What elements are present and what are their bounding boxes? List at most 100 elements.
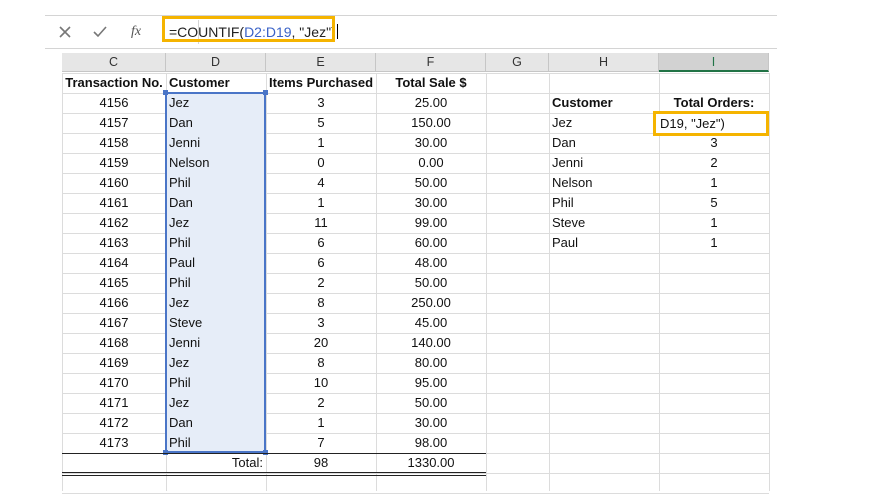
transaction-cell[interactable]: 4170 (62, 373, 166, 393)
summary-header-orders[interactable]: Total Orders: (659, 93, 769, 113)
items-cell[interactable]: 4 (266, 173, 376, 193)
check-icon[interactable] (89, 22, 111, 42)
sale-cell[interactable]: 50.00 (376, 273, 486, 293)
summary-customer-cell[interactable]: Nelson (549, 173, 659, 193)
transaction-cell[interactable]: 4157 (62, 113, 166, 133)
customer-cell[interactable]: Phil (166, 373, 266, 393)
items-cell[interactable]: 8 (266, 293, 376, 313)
customer-cell[interactable]: Dan (166, 113, 266, 133)
summary-customer-cell[interactable]: Jenni (549, 153, 659, 173)
header-cell-f[interactable]: Total Sale $ (376, 73, 486, 93)
sale-cell[interactable]: 30.00 (376, 413, 486, 433)
column-header-i[interactable]: I (659, 53, 769, 72)
sale-cell[interactable]: 30.00 (376, 133, 486, 153)
transaction-cell[interactable]: 4156 (62, 93, 166, 113)
transaction-cell[interactable]: 4172 (62, 413, 166, 433)
transaction-cell[interactable]: 4161 (62, 193, 166, 213)
customer-cell[interactable]: Jez (166, 393, 266, 413)
sale-cell[interactable]: 50.00 (376, 173, 486, 193)
items-cell[interactable]: 10 (266, 373, 376, 393)
summary-customer-cell[interactable]: Phil (549, 193, 659, 213)
items-cell[interactable]: 7 (266, 433, 376, 453)
header-cell-c[interactable]: Transaction No. (62, 73, 166, 93)
transaction-cell[interactable]: 4165 (62, 273, 166, 293)
items-cell[interactable]: 3 (266, 93, 376, 113)
items-cell[interactable]: 8 (266, 353, 376, 373)
customer-cell[interactable]: Jez (166, 213, 266, 233)
header-cell-e[interactable]: Items Purchased (266, 73, 376, 93)
customer-cell[interactable]: Phil (166, 273, 266, 293)
customer-cell[interactable]: Nelson (166, 153, 266, 173)
transaction-cell[interactable]: 4166 (62, 293, 166, 313)
sale-cell[interactable]: 0.00 (376, 153, 486, 173)
items-cell[interactable]: 6 (266, 253, 376, 273)
items-cell[interactable]: 1 (266, 133, 376, 153)
customer-cell[interactable]: Phil (166, 173, 266, 193)
items-cell[interactable]: 1 (266, 413, 376, 433)
customer-cell[interactable]: Phil (166, 433, 266, 453)
customer-cell[interactable]: Dan (166, 193, 266, 213)
summary-orders-cell[interactable]: 1 (659, 173, 769, 193)
customer-cell[interactable]: Jez (166, 353, 266, 373)
total-label-cell[interactable]: Total: (166, 453, 266, 473)
header-cell-d[interactable]: Customer (166, 73, 266, 93)
items-cell[interactable]: 20 (266, 333, 376, 353)
sale-cell[interactable]: 50.00 (376, 393, 486, 413)
transaction-cell[interactable]: 4167 (62, 313, 166, 333)
transaction-cell[interactable]: 4168 (62, 333, 166, 353)
column-header-g[interactable]: G (486, 53, 549, 72)
summary-orders-cell[interactable]: 3 (659, 133, 769, 153)
customer-cell[interactable]: Paul (166, 253, 266, 273)
sale-cell[interactable]: 98.00 (376, 433, 486, 453)
items-cell[interactable]: 3 (266, 313, 376, 333)
customer-cell[interactable]: Phil (166, 233, 266, 253)
customer-cell[interactable]: Jenni (166, 133, 266, 153)
column-header-e[interactable]: E (266, 53, 376, 72)
sale-cell[interactable]: 140.00 (376, 333, 486, 353)
summary-customer-cell[interactable]: Dan (549, 133, 659, 153)
transaction-cell[interactable]: 4160 (62, 173, 166, 193)
sale-cell[interactable]: 60.00 (376, 233, 486, 253)
transaction-cell[interactable]: 4159 (62, 153, 166, 173)
items-cell[interactable]: 0 (266, 153, 376, 173)
sale-cell[interactable]: 48.00 (376, 253, 486, 273)
sale-cell[interactable]: 95.00 (376, 373, 486, 393)
items-cell[interactable]: 2 (266, 393, 376, 413)
sale-cell[interactable]: 25.00 (376, 93, 486, 113)
column-header-c[interactable]: C (62, 53, 166, 72)
transaction-cell[interactable]: 4162 (62, 213, 166, 233)
customer-cell[interactable]: Dan (166, 413, 266, 433)
sale-cell[interactable]: 250.00 (376, 293, 486, 313)
items-cell[interactable]: 11 (266, 213, 376, 233)
transaction-cell[interactable]: 4173 (62, 433, 166, 453)
summary-customer-cell[interactable]: Jez (549, 113, 659, 133)
fx-icon[interactable]: fx (125, 22, 147, 42)
x-icon[interactable] (54, 22, 76, 42)
customer-cell[interactable]: Jez (166, 293, 266, 313)
items-cell[interactable]: 6 (266, 233, 376, 253)
transaction-cell[interactable]: 4169 (62, 353, 166, 373)
column-header-f[interactable]: F (376, 53, 486, 72)
customer-cell[interactable]: Jez (166, 93, 266, 113)
summary-header-customer[interactable]: Customer (549, 93, 659, 113)
items-cell[interactable]: 5 (266, 113, 376, 133)
customer-cell[interactable]: Jenni (166, 333, 266, 353)
summary-customer-cell[interactable]: Paul (549, 233, 659, 253)
sale-cell[interactable]: 45.00 (376, 313, 486, 333)
items-cell[interactable]: 2 (266, 273, 376, 293)
items-cell[interactable]: 1 (266, 193, 376, 213)
column-header-h[interactable]: H (549, 53, 659, 72)
summary-customer-cell[interactable]: Steve (549, 213, 659, 233)
active-cell-i2[interactable]: D19, "Jez") (653, 111, 769, 136)
customer-cell[interactable]: Steve (166, 313, 266, 333)
summary-orders-cell[interactable]: 1 (659, 233, 769, 253)
sale-cell[interactable]: 99.00 (376, 213, 486, 233)
total-items-cell[interactable]: 98 (266, 453, 376, 473)
transaction-cell[interactable]: 4171 (62, 393, 166, 413)
summary-orders-cell[interactable]: 1 (659, 213, 769, 233)
transaction-cell[interactable]: 4163 (62, 233, 166, 253)
sale-cell[interactable]: 30.00 (376, 193, 486, 213)
transaction-cell[interactable]: 4164 (62, 253, 166, 273)
summary-orders-cell[interactable]: 2 (659, 153, 769, 173)
transaction-cell[interactable]: 4158 (62, 133, 166, 153)
